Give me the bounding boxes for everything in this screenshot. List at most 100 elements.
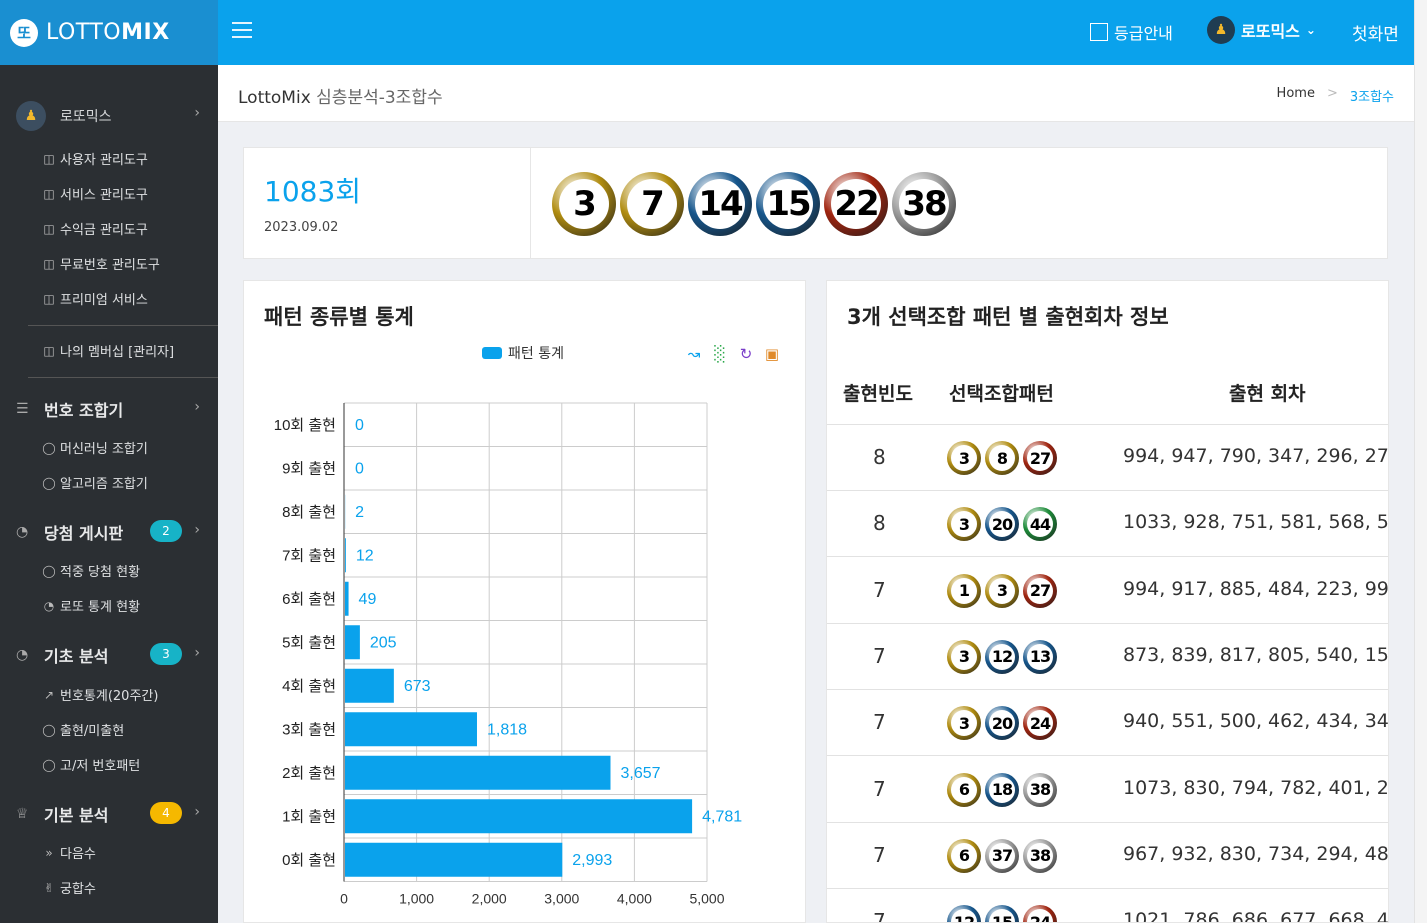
lotto-ball: 38 (892, 172, 956, 236)
lotto-ball-number: 37 (989, 842, 1015, 869)
frequency-cell: 7 (873, 577, 886, 602)
sidebar-item-next-number[interactable]: » 다음수 (42, 843, 96, 863)
lotto-ball-number: 18 (989, 776, 1015, 803)
chevron-right-icon: › (194, 522, 200, 538)
page-header: LottoMix 심층분석-3조합수 Home > 3조합수 (218, 65, 1414, 122)
pattern-rounds-panel: 3개 선택조합 패턴 별 출현회차 정보 출현빈도 선택조합패턴 출현 회차 8… (826, 280, 1389, 923)
sidebar-group-standard[interactable]: ♕ 기본 분석 (16, 802, 108, 826)
draw-info: 1083회 2023.09.02 (244, 148, 531, 258)
lotto-ball: 3 (985, 573, 1019, 608)
sidebar-item-label: 서비스 관리도구 (60, 188, 148, 203)
sidebar-item-label: 나의 멤버십 [관리자] (60, 345, 175, 360)
bar-value-label: 12 (356, 547, 374, 564)
sidebar-item-user-admin[interactable]: ◫ 사용자 관리도구 (42, 149, 148, 169)
chevron-right-icon: › (194, 804, 200, 820)
sidebar-item-algo-combiner[interactable]: ◯ 알고리즘 조합기 (42, 473, 148, 493)
sidebar-item-label: 수익금 관리도구 (60, 223, 148, 238)
sidebar-item-number-stats[interactable]: ↗ 번호통계(20주간) (42, 685, 158, 705)
sidebar-item-service-admin[interactable]: ◫ 서비스 관리도구 (42, 184, 148, 204)
sidebar-item-compatibility[interactable]: ✌ 궁합수 (42, 878, 96, 898)
sidebar-item-lotto-stats[interactable]: ◔ 로또 통계 현황 (42, 596, 140, 616)
pattern-balls: 3 12 13 (947, 639, 1057, 674)
frequency-cell: 8 (873, 445, 886, 469)
x-tick-label: 3,000 (544, 891, 579, 907)
sidebar-item-membership[interactable]: ◫ 나의 멤버십 [관리자] (42, 341, 175, 361)
lotto-ball-number: 38 (1027, 842, 1053, 869)
lotto-ball-number: 24 (1027, 710, 1053, 737)
bulb-icon: ◯ (42, 475, 56, 490)
frequency-cell: 7 (873, 842, 886, 867)
list-icon: ☰ (16, 401, 29, 417)
sidebar-item-high-low-pattern[interactable]: ◯ 고/저 번호패턴 (42, 755, 140, 775)
sidebar-item-hit-status[interactable]: ◯ 적중 당첨 현황 (42, 561, 141, 581)
pattern-bar-chart: 0 1,000 2,000 3,000 4,000 5,000 10회 출현 0 9회 출현 0 8… (274, 402, 742, 907)
sidebar-group-combiner[interactable]: ☰ 번호 조합기 (16, 397, 123, 421)
lotto-ball-number: 15 (763, 179, 813, 229)
logo[interactable]: 또 LOTTOMIX (0, 0, 218, 65)
sidebar-group-label: 기본 분석 (44, 806, 109, 825)
sidebar-item-appearance[interactable]: ◯ 출현/미출현 (42, 720, 125, 740)
home-link[interactable]: 첫화면 (1352, 20, 1399, 45)
sidebar-group-board[interactable]: ◔ 당첨 게시판 (16, 520, 123, 544)
rounds-cell: 1033, 928, 751, 581, 568, 551, 33 (1123, 511, 1389, 534)
sidebar-item-free-number-admin[interactable]: ◫ 무료번호 관리도구 (42, 254, 159, 274)
bar (345, 625, 360, 660)
sidebar-item-revenue-admin[interactable]: ◫ 수익금 관리도구 (42, 219, 148, 239)
user-avatar-icon: ♟ (1207, 16, 1235, 44)
lotto-ball: 6 (947, 772, 981, 807)
sidebar-item-premium[interactable]: ◫ 프리미엄 서비스 (42, 289, 148, 309)
window-icon: ◫ (43, 291, 55, 306)
crown-icon: ♕ (16, 806, 29, 822)
rounds-cell: 940, 551, 500, 462, 434, 348, (1123, 710, 1389, 733)
rounds-cell: 967, 932, 830, 734, 294, 48, (1123, 842, 1389, 865)
lotto-ball-number: 6 (951, 776, 977, 803)
rounds-cell: 994, 947, 790, 347, 296, 271, 24 (1123, 445, 1389, 467)
lotto-ball-number: 44 (1027, 511, 1053, 538)
lotto-ball: 37 (985, 838, 1019, 873)
lotto-ball-number: 20 (989, 710, 1015, 737)
rounds-cell: 1021, 786, 686, 677, 668, 451, (1123, 909, 1389, 923)
sidebar-item-label: 출현/미출현 (60, 724, 125, 739)
lotto-ball-number: 12 (951, 909, 977, 922)
table-row: 83827994, 947, 790, 347, 296, 271, 24 (827, 425, 1389, 491)
y-category-label: 9회 출현 (282, 460, 336, 477)
lotto-ball: 22 (824, 172, 888, 236)
lotto-ball: 13 (1023, 639, 1057, 674)
x-tick-label: 0 (340, 891, 348, 907)
lotto-ball: 24 (1023, 706, 1057, 741)
x-tick-label: 4,000 (617, 891, 652, 907)
pattern-balls: 3 20 24 (947, 706, 1057, 741)
pattern-balls: 1 3 27 (947, 573, 1057, 608)
lotto-ball: 27 (1023, 441, 1057, 475)
sidebar-profile[interactable]: ♟ 로또믹스 (16, 101, 112, 131)
bar (345, 842, 563, 877)
table-row: 8 3 20 44 1033, 928, 751, 581, 568, 551, 33 (827, 491, 1389, 558)
divider (28, 377, 218, 378)
lotto-ball-number: 24 (1027, 909, 1053, 922)
bar-value-label: 2 (355, 504, 364, 521)
sidebar-item-label: 다음수 (60, 847, 96, 862)
breadcrumb-home[interactable]: Home (1277, 86, 1315, 105)
frequency-cell: 7 (873, 909, 886, 923)
table-row: 7 6 37 38 967, 932, 830, 734, 294, 48, (827, 823, 1389, 889)
lotto-ball-number: 3 (951, 511, 977, 538)
bar (345, 668, 394, 703)
sidebar-group-basic[interactable]: ◔ 기초 분석 (16, 643, 108, 667)
user-menu[interactable]: ♟ 로또믹스 ⌄ (1207, 16, 1316, 44)
breadcrumb: Home > 3조합수 (1277, 86, 1394, 105)
lotto-ball-number: 3 (559, 179, 609, 229)
user-name: 로또믹스 (1241, 22, 1300, 41)
standard-count-badge: 4 (150, 802, 182, 824)
grade-info-link[interactable]: 등급안내 (1090, 20, 1173, 44)
bar (345, 755, 611, 790)
lotto-ball: 15 (985, 905, 1019, 922)
sidebar-item-ml-combiner[interactable]: ◯ 머신러닝 조합기 (42, 438, 148, 458)
bulb-icon: ◯ (42, 440, 56, 455)
y-category-label: 4회 출현 (282, 678, 336, 695)
lotto-ball-number: 15 (989, 909, 1015, 922)
bar-value-label: 3,657 (620, 765, 660, 782)
bar-value-label: 205 (370, 634, 397, 651)
scrollbar[interactable] (1414, 0, 1427, 923)
menu-toggle-icon[interactable] (232, 22, 252, 38)
sidebar-item-label: 적중 당첨 현황 (60, 565, 141, 580)
